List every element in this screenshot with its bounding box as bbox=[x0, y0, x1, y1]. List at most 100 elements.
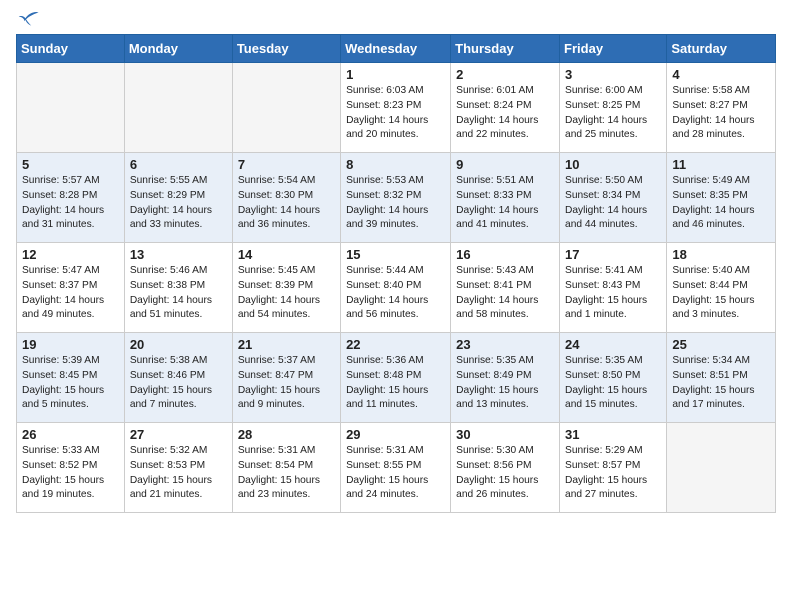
cell-day-number: 2 bbox=[456, 67, 554, 82]
calendar-cell-19: 19 Sunrise: 5:39 AMSunset: 8:45 PMDayligh… bbox=[17, 333, 125, 423]
cell-day-number: 19 bbox=[22, 337, 119, 352]
calendar-cell-25: 25 Sunrise: 5:34 AMSunset: 8:51 PMDayligh… bbox=[667, 333, 776, 423]
cell-day-number: 27 bbox=[130, 427, 227, 442]
cell-day-number: 29 bbox=[346, 427, 445, 442]
weekday-header-row: SundayMondayTuesdayWednesdayThursdayFrid… bbox=[17, 35, 776, 63]
cell-day-number: 7 bbox=[238, 157, 335, 172]
cell-info: Sunrise: 5:58 AMSunset: 8:27 PMDaylight:… bbox=[672, 84, 770, 143]
calendar-cell-27: 27 Sunrise: 5:32 AMSunset: 8:53 PMDayligh… bbox=[124, 423, 232, 513]
cell-info: Sunrise: 5:40 AMSunset: 8:44 PMDaylight:… bbox=[672, 264, 770, 323]
calendar-cell-24: 24 Sunrise: 5:35 AMSunset: 8:50 PMDayligh… bbox=[560, 333, 667, 423]
cell-info: Sunrise: 5:35 AMSunset: 8:50 PMDaylight:… bbox=[565, 354, 661, 413]
calendar-cell-20: 20 Sunrise: 5:38 AMSunset: 8:46 PMDayligh… bbox=[124, 333, 232, 423]
weekday-header-sunday: Sunday bbox=[17, 35, 125, 63]
cell-day-number: 12 bbox=[22, 247, 119, 262]
weekday-header-tuesday: Tuesday bbox=[232, 35, 340, 63]
calendar-cell-15: 15 Sunrise: 5:44 AMSunset: 8:40 PMDayligh… bbox=[341, 243, 451, 333]
cell-info: Sunrise: 6:01 AMSunset: 8:24 PMDaylight:… bbox=[456, 84, 554, 143]
calendar-cell-28: 28 Sunrise: 5:31 AMSunset: 8:54 PMDayligh… bbox=[232, 423, 340, 513]
calendar-cell-empty bbox=[124, 63, 232, 153]
cell-day-number: 11 bbox=[672, 157, 770, 172]
calendar-cell-10: 10 Sunrise: 5:50 AMSunset: 8:34 PMDayligh… bbox=[560, 153, 667, 243]
cell-info: Sunrise: 5:43 AMSunset: 8:41 PMDaylight:… bbox=[456, 264, 554, 323]
cell-info: Sunrise: 5:50 AMSunset: 8:34 PMDaylight:… bbox=[565, 174, 661, 233]
cell-day-number: 28 bbox=[238, 427, 335, 442]
cell-day-number: 8 bbox=[346, 157, 445, 172]
cell-day-number: 13 bbox=[130, 247, 227, 262]
week-row-4: 19 Sunrise: 5:39 AMSunset: 8:45 PMDayligh… bbox=[17, 333, 776, 423]
cell-info: Sunrise: 5:51 AMSunset: 8:33 PMDaylight:… bbox=[456, 174, 554, 233]
cell-day-number: 23 bbox=[456, 337, 554, 352]
cell-info: Sunrise: 5:37 AMSunset: 8:47 PMDaylight:… bbox=[238, 354, 335, 413]
cell-day-number: 10 bbox=[565, 157, 661, 172]
cell-day-number: 14 bbox=[238, 247, 335, 262]
calendar-cell-empty bbox=[17, 63, 125, 153]
cell-day-number: 18 bbox=[672, 247, 770, 262]
calendar-cell-21: 21 Sunrise: 5:37 AMSunset: 8:47 PMDayligh… bbox=[232, 333, 340, 423]
cell-info: Sunrise: 5:53 AMSunset: 8:32 PMDaylight:… bbox=[346, 174, 445, 233]
cell-day-number: 3 bbox=[565, 67, 661, 82]
cell-day-number: 26 bbox=[22, 427, 119, 442]
logo-bird-icon bbox=[18, 10, 40, 28]
calendar-cell-empty bbox=[667, 423, 776, 513]
cell-day-number: 31 bbox=[565, 427, 661, 442]
calendar-cell-11: 11Sunrise: 5:49 AMSunset: 8:35 PMDayligh… bbox=[667, 153, 776, 243]
calendar-cell-17: 17 Sunrise: 5:41 AMSunset: 8:43 PMDayligh… bbox=[560, 243, 667, 333]
page: SundayMondayTuesdayWednesdayThursdayFrid… bbox=[0, 0, 792, 529]
cell-day-number: 25 bbox=[672, 337, 770, 352]
week-row-5: 26 Sunrise: 5:33 AMSunset: 8:52 PMDayligh… bbox=[17, 423, 776, 513]
cell-day-number: 16 bbox=[456, 247, 554, 262]
cell-info: Sunrise: 5:33 AMSunset: 8:52 PMDaylight:… bbox=[22, 444, 119, 503]
cell-day-number: 30 bbox=[456, 427, 554, 442]
calendar-cell-13: 13 Sunrise: 5:46 AMSunset: 8:38 PMDayligh… bbox=[124, 243, 232, 333]
cell-info: Sunrise: 5:31 AMSunset: 8:55 PMDaylight:… bbox=[346, 444, 445, 503]
calendar-cell-14: 14Sunrise: 5:45 AMSunset: 8:39 PMDayligh… bbox=[232, 243, 340, 333]
cell-day-number: 1 bbox=[346, 67, 445, 82]
calendar-cell-1: 1 Sunrise: 6:03 AMSunset: 8:23 PMDaylight… bbox=[341, 63, 451, 153]
calendar-cell-31: 31 Sunrise: 5:29 AMSunset: 8:57 PMDayligh… bbox=[560, 423, 667, 513]
calendar-cell-12: 12 Sunrise: 5:47 AMSunset: 8:37 PMDayligh… bbox=[17, 243, 125, 333]
calendar-cell-16: 16 Sunrise: 5:43 AMSunset: 8:41 PMDayligh… bbox=[451, 243, 560, 333]
header bbox=[16, 10, 776, 28]
cell-day-number: 20 bbox=[130, 337, 227, 352]
cell-day-number: 4 bbox=[672, 67, 770, 82]
calendar-cell-2: 2 Sunrise: 6:01 AMSunset: 8:24 PMDaylight… bbox=[451, 63, 560, 153]
cell-day-number: 21 bbox=[238, 337, 335, 352]
week-row-3: 12 Sunrise: 5:47 AMSunset: 8:37 PMDayligh… bbox=[17, 243, 776, 333]
cell-day-number: 22 bbox=[346, 337, 445, 352]
weekday-header-friday: Friday bbox=[560, 35, 667, 63]
cell-info: Sunrise: 5:57 AMSunset: 8:28 PMDaylight:… bbox=[22, 174, 119, 233]
cell-day-number: 15 bbox=[346, 247, 445, 262]
cell-day-number: 17 bbox=[565, 247, 661, 262]
week-row-1: 1 Sunrise: 6:03 AMSunset: 8:23 PMDaylight… bbox=[17, 63, 776, 153]
cell-info: Sunrise: 5:35 AMSunset: 8:49 PMDaylight:… bbox=[456, 354, 554, 413]
cell-info: Sunrise: 5:32 AMSunset: 8:53 PMDaylight:… bbox=[130, 444, 227, 503]
cell-info: Sunrise: 5:31 AMSunset: 8:54 PMDaylight:… bbox=[238, 444, 335, 503]
calendar-cell-26: 26 Sunrise: 5:33 AMSunset: 8:52 PMDayligh… bbox=[17, 423, 125, 513]
cell-day-number: 6 bbox=[130, 157, 227, 172]
cell-info: Sunrise: 5:30 AMSunset: 8:56 PMDaylight:… bbox=[456, 444, 554, 503]
logo bbox=[16, 10, 40, 28]
calendar-cell-6: 6Sunrise: 5:55 AMSunset: 8:29 PMDaylight… bbox=[124, 153, 232, 243]
calendar-cell-3: 3Sunrise: 6:00 AMSunset: 8:25 PMDaylight… bbox=[560, 63, 667, 153]
cell-info: Sunrise: 5:44 AMSunset: 8:40 PMDaylight:… bbox=[346, 264, 445, 323]
cell-info: Sunrise: 6:03 AMSunset: 8:23 PMDaylight:… bbox=[346, 84, 445, 143]
cell-info: Sunrise: 5:34 AMSunset: 8:51 PMDaylight:… bbox=[672, 354, 770, 413]
weekday-header-saturday: Saturday bbox=[667, 35, 776, 63]
cell-info: Sunrise: 5:38 AMSunset: 8:46 PMDaylight:… bbox=[130, 354, 227, 413]
cell-info: Sunrise: 5:41 AMSunset: 8:43 PMDaylight:… bbox=[565, 264, 661, 323]
weekday-header-monday: Monday bbox=[124, 35, 232, 63]
calendar-cell-8: 8 Sunrise: 5:53 AMSunset: 8:32 PMDaylight… bbox=[341, 153, 451, 243]
cell-info: Sunrise: 5:46 AMSunset: 8:38 PMDaylight:… bbox=[130, 264, 227, 323]
calendar-cell-4: 4 Sunrise: 5:58 AMSunset: 8:27 PMDaylight… bbox=[667, 63, 776, 153]
calendar-cell-23: 23 Sunrise: 5:35 AMSunset: 8:49 PMDayligh… bbox=[451, 333, 560, 423]
cell-day-number: 24 bbox=[565, 337, 661, 352]
cell-day-number: 9 bbox=[456, 157, 554, 172]
cell-info: Sunrise: 5:29 AMSunset: 8:57 PMDaylight:… bbox=[565, 444, 661, 503]
calendar-cell-7: 7Sunrise: 5:54 AMSunset: 8:30 PMDaylight… bbox=[232, 153, 340, 243]
cell-info: Sunrise: 5:39 AMSunset: 8:45 PMDaylight:… bbox=[22, 354, 119, 413]
calendar-cell-18: 18 Sunrise: 5:40 AMSunset: 8:44 PMDayligh… bbox=[667, 243, 776, 333]
calendar-cell-9: 9 Sunrise: 5:51 AMSunset: 8:33 PMDaylight… bbox=[451, 153, 560, 243]
cell-info: Sunrise: 5:47 AMSunset: 8:37 PMDaylight:… bbox=[22, 264, 119, 323]
weekday-header-thursday: Thursday bbox=[451, 35, 560, 63]
